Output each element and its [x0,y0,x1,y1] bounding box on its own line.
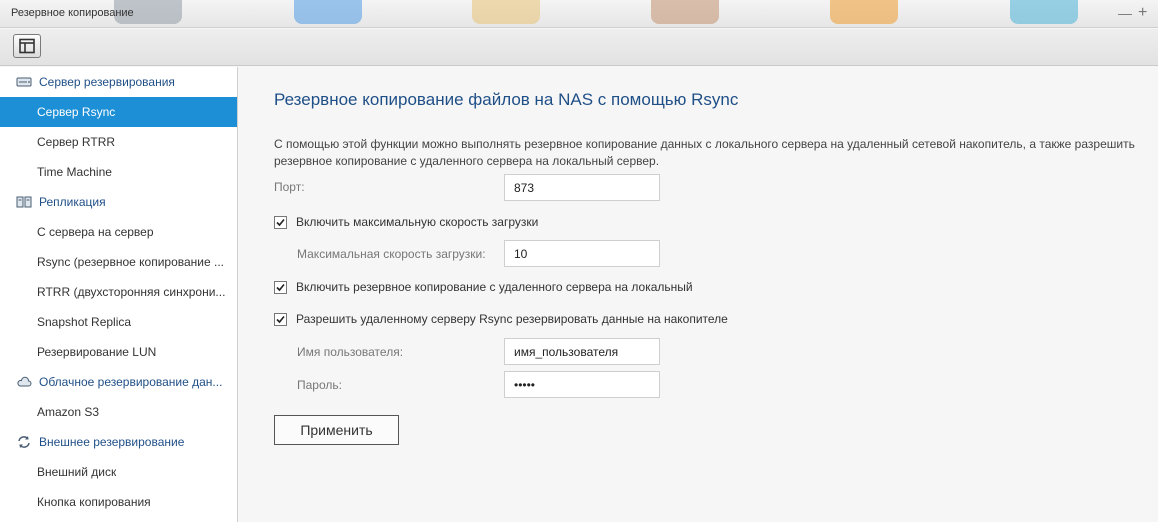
sidebar-item-snapshot-replica[interactable]: Snapshot Replica [0,307,237,337]
max-speed-checkbox[interactable] [274,216,287,229]
sidebar-group-replication[interactable]: Репликация [0,187,237,217]
background-app-icon [1010,0,1078,24]
sidebar: Сервер резервирования Сервер Rsync Серве… [0,67,238,522]
page-title: Резервное копирование файлов на NAS с по… [274,90,739,109]
background-app-icon [830,0,898,24]
replication-icon [16,196,32,208]
sidebar-item-lun-backup[interactable]: Резервирование LUN [0,337,237,367]
password-input[interactable] [504,371,660,398]
sidebar-group-cloud-backup[interactable]: Облачное резервирование дан... [0,367,237,397]
sidebar-item-rtrr-server[interactable]: Сервер RTRR [0,127,237,157]
sidebar-item-label: Snapshot Replica [37,315,132,329]
sidebar-item-server-to-server[interactable]: С сервера на сервер [0,217,237,247]
background-app-icon [651,0,719,24]
check-icon [276,218,285,227]
sidebar-item-external-disk[interactable]: Внешний диск [0,457,237,487]
sidebar-item-copy-button[interactable]: Кнопка копирования [0,487,237,517]
window-title: Резервное копирование [11,7,134,19]
panel-layout-icon [19,38,35,54]
max-speed-input[interactable] [504,240,660,267]
sidebar-item-label: Time Machine [37,165,112,179]
background-app-icon [294,0,362,24]
allow-remote-checkbox-label: Разрешить удаленному серверу Rsync резер… [296,312,728,326]
sidebar-group-label: Облачное резервирование дан... [39,375,223,389]
sidebar-item-label: Сервер Rsync [37,105,116,119]
toggle-panel-button[interactable] [13,34,41,58]
sidebar-group-backup-server[interactable]: Сервер резервирования [0,67,237,97]
username-label: Имя пользователя: [297,345,404,359]
remote-to-local-checkbox-label: Включить резервное копирование с удаленн… [296,280,693,294]
remote-to-local-checkbox[interactable] [274,281,287,294]
sidebar-group-label: Внешнее резервирование [39,435,185,449]
maximize-button[interactable]: + [1138,5,1147,21]
sidebar-item-label: Сервер RTRR [37,135,116,149]
port-input[interactable] [504,174,660,201]
server-icon [16,77,32,87]
sync-icon [18,436,30,448]
sidebar-item-time-machine[interactable]: Time Machine [0,157,237,187]
toolbar [0,29,1158,66]
max-speed-label: Максимальная скорость загрузки: [297,247,486,261]
sidebar-group-external-backup[interactable]: Внешнее резервирование [0,427,237,457]
sidebar-item-label: RTRR (двухсторонняя синхрони... [37,285,226,299]
check-icon [276,315,285,324]
sidebar-group-label: Сервер резервирования [39,75,175,89]
sidebar-item-label: С сервера на сервер [37,225,154,239]
page-description: С помощью этой функции можно выполнять р… [274,137,1135,168]
sidebar-item-rsync-server[interactable]: Сервер Rsync [0,97,237,127]
cloud-icon [17,376,32,387]
sidebar-item-label: Резервирование LUN [37,345,157,359]
window-titlebar: Резервное копирование — + [0,0,1158,28]
main-content: Резервное копирование файлов на NAS с по… [239,67,1158,522]
username-input[interactable] [504,338,660,365]
sidebar-item-label: Кнопка копирования [37,495,151,509]
max-speed-checkbox-label: Включить максимальную скорость загрузки [296,215,539,229]
check-icon [276,283,285,292]
port-label: Порт: [274,180,305,194]
allow-remote-checkbox[interactable] [274,313,287,326]
password-label: Пароль: [297,378,342,392]
sidebar-item-rsync-backup[interactable]: Rsync (резервное копирование ... [0,247,237,277]
sidebar-group-label: Репликация [39,195,106,209]
sidebar-item-label: Rsync (резервное копирование ... [37,255,225,269]
sidebar-item-label: Внешний диск [37,465,117,479]
sidebar-item-amazon-s3[interactable]: Amazon S3 [0,397,237,427]
sidebar-item-label: Amazon S3 [37,405,100,419]
apply-button[interactable]: Применить [274,415,399,445]
sidebar-item-rtrr-sync[interactable]: RTRR (двухсторонняя синхрони... [0,277,237,307]
background-app-icon [472,0,540,24]
minimize-button[interactable]: — [1118,6,1132,20]
